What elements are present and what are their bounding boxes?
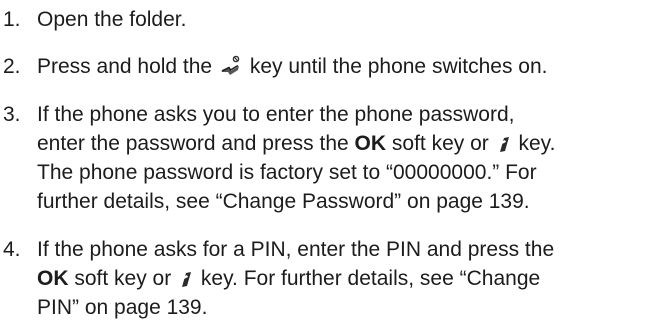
end-power-key-icon <box>220 55 240 75</box>
step-text: If the phone asks for a PIN, enter the P… <box>37 235 554 322</box>
ok-key-icon <box>498 137 509 152</box>
ok-softkey-label: OK <box>37 267 69 290</box>
step-text-run: further details, see “Change Password” o… <box>37 190 530 213</box>
step-line: OK soft key or key. For further details,… <box>37 264 554 293</box>
step-line: further details, see “Change Password” o… <box>37 187 555 216</box>
step-number: 3. <box>3 103 21 126</box>
step-text-run: The phone password is factory set to “00… <box>37 161 537 184</box>
step-text-run: key. For further details, see “Change <box>200 267 541 290</box>
step-line: The phone password is factory set to “00… <box>37 158 555 187</box>
step-line: Open the folder. <box>37 5 186 34</box>
step-number: 4. <box>3 238 21 261</box>
step-text: If the phone asks you to enter the phone… <box>37 100 555 216</box>
step-text-run: soft key or <box>391 132 489 155</box>
step-text: Open the folder. <box>37 5 186 34</box>
step-text-run: key. <box>518 132 556 155</box>
step-number: 1. <box>3 8 21 31</box>
step-text-run: Open the folder. <box>37 8 187 31</box>
step-line: If the phone asks for a PIN, enter the P… <box>37 235 554 264</box>
step-text-run: Press and hold the <box>37 55 213 78</box>
step-line: enter the password and press the OK soft… <box>37 129 555 158</box>
step-text-run: enter the password and press the <box>37 132 349 155</box>
step-text-run: key until the phone switches on. <box>249 55 548 78</box>
step-text-run: PIN” on page 139. <box>37 296 208 319</box>
step-text-run: soft key or <box>74 267 172 290</box>
step-text-run: If the phone asks for a PIN, enter the P… <box>37 238 555 261</box>
step-number: 2. <box>3 55 21 78</box>
step-text: Press and hold the key until the phone s… <box>37 52 548 81</box>
ok-key-icon <box>181 272 192 287</box>
ok-softkey-label: OK <box>354 132 387 155</box>
step-text-run: If the phone asks you to enter the phone… <box>37 103 515 126</box>
step-line: If the phone asks you to enter the phone… <box>37 100 555 129</box>
step-line: Press and hold the key until the phone s… <box>37 52 548 81</box>
step-line: PIN” on page 139. <box>37 293 554 322</box>
